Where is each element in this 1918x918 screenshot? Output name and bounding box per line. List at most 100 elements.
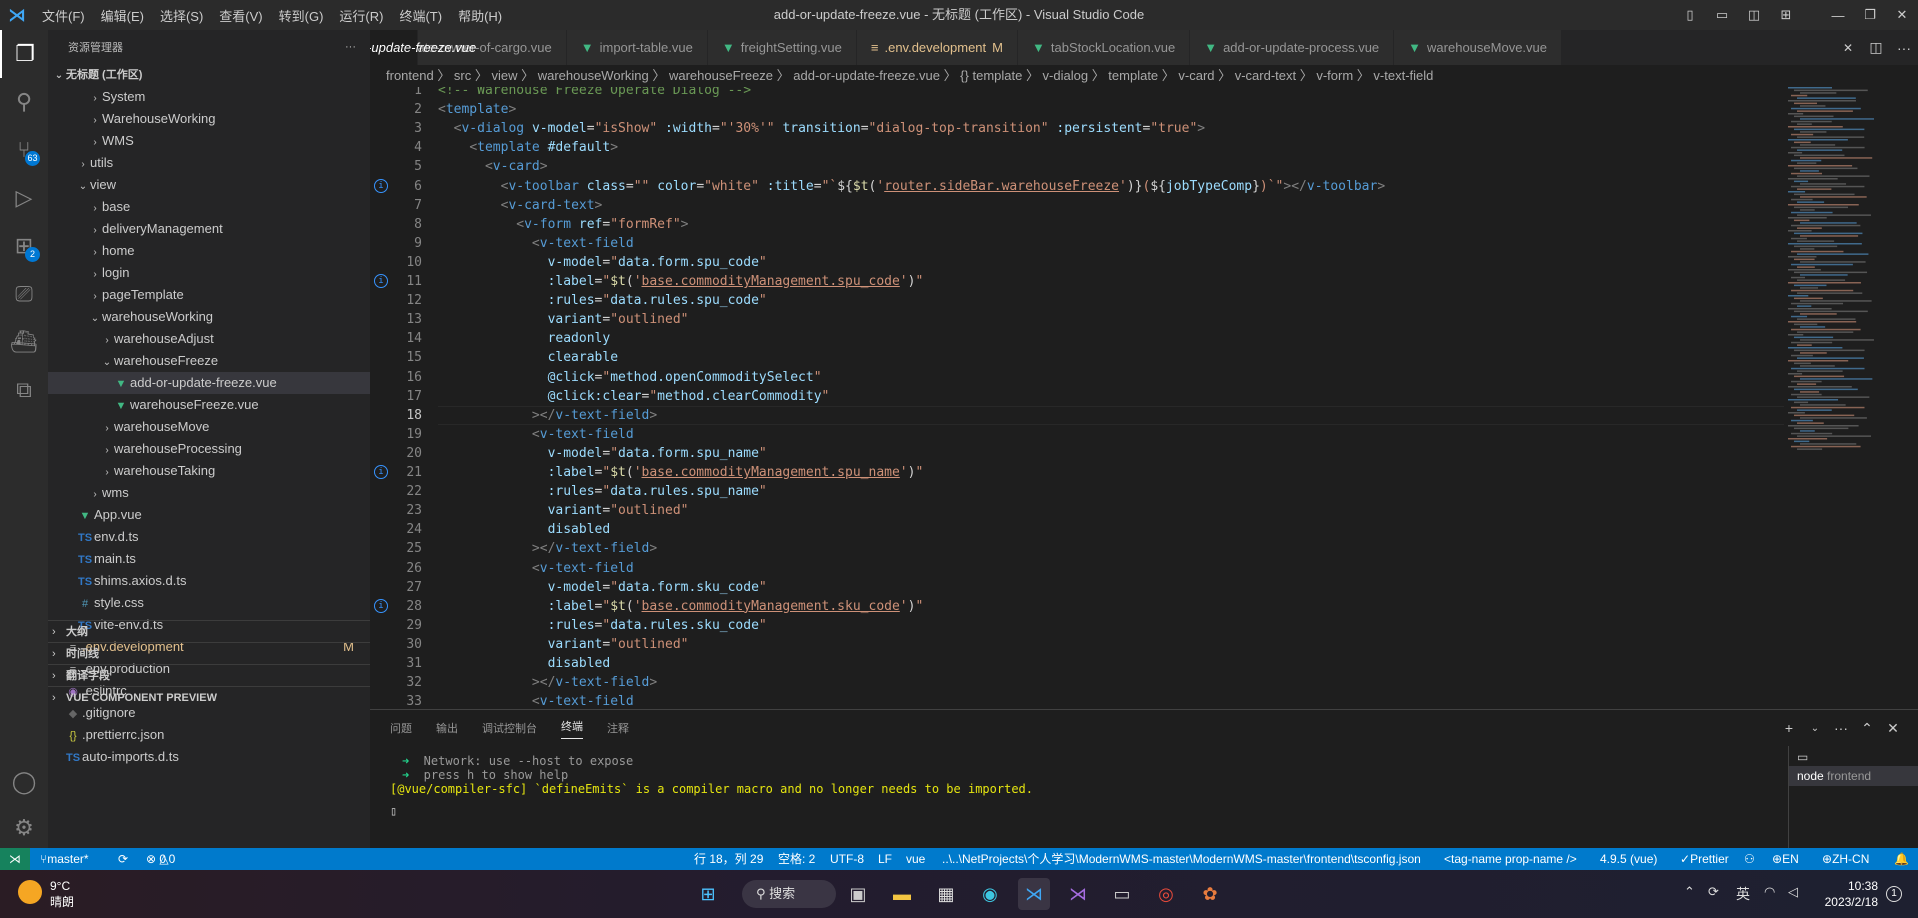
sidebar-section[interactable]: › 大纲 bbox=[48, 620, 370, 642]
info-hint-icon[interactable]: i bbox=[374, 274, 388, 288]
prettier-status[interactable]: ✓ Prettier bbox=[1680, 848, 1729, 870]
tree-item[interactable]: › base bbox=[48, 196, 370, 218]
menu-item[interactable]: 编辑(E) bbox=[93, 6, 152, 25]
settings-gear-icon[interactable]: ⚙ bbox=[0, 804, 48, 852]
tree-item[interactable]: › WarehouseWorking bbox=[48, 108, 370, 130]
panel-tab[interactable]: 终端 bbox=[561, 718, 583, 739]
layout-panel-icon[interactable]: ▭ bbox=[1706, 0, 1738, 30]
menu-item[interactable]: 终端(T) bbox=[391, 6, 450, 25]
menu-item[interactable]: 选择(S) bbox=[152, 6, 211, 25]
split-editor-icon[interactable]: ◫ bbox=[1862, 39, 1890, 56]
tree-item[interactable]: › WMS bbox=[48, 130, 370, 152]
menu-item[interactable]: 文件(F) bbox=[34, 6, 93, 25]
close-panel-icon[interactable]: ✕ bbox=[1880, 720, 1906, 737]
tree-item[interactable]: TS auto-imports.d.ts bbox=[48, 746, 370, 768]
store-icon[interactable]: ▦ bbox=[930, 878, 962, 910]
minimap[interactable] bbox=[1784, 87, 1918, 709]
docker-icon[interactable]: ⛴ bbox=[0, 318, 48, 366]
visual-studio-icon[interactable]: ⋊ bbox=[1062, 878, 1094, 910]
sidebar-section[interactable]: › VUE COMPONENT PREVIEW bbox=[48, 686, 370, 708]
menu-item[interactable]: 转到(G) bbox=[271, 6, 332, 25]
extensions-icon[interactable]: ⊞ 2 bbox=[0, 222, 48, 270]
eol[interactable]: LF bbox=[878, 848, 892, 870]
encoding[interactable]: UTF-8 bbox=[830, 848, 864, 870]
editor-tab[interactable]: ▼ import-table.vue bbox=[566, 30, 708, 65]
remote-explorer-icon[interactable]: ⎚ bbox=[0, 270, 48, 318]
tag-format[interactable]: <tag-name prop-name /> bbox=[1444, 848, 1577, 870]
layout-secondary-icon[interactable]: ◫ bbox=[1738, 0, 1770, 30]
tree-item[interactable]: TS main.ts bbox=[48, 548, 370, 570]
ime-indicator[interactable]: 英 bbox=[1736, 884, 1750, 904]
edge-icon[interactable]: ◉ bbox=[974, 878, 1006, 910]
indent-setting[interactable]: 空格: 2 bbox=[778, 848, 815, 870]
tree-item[interactable]: ⌄ view bbox=[48, 174, 370, 196]
language-mode[interactable]: vue bbox=[906, 848, 925, 870]
taskbar-search[interactable]: ⚲ 搜索 bbox=[742, 880, 836, 908]
feedback-icon[interactable]: ⚇ bbox=[1744, 848, 1755, 870]
tray-chevron-icon[interactable]: ⌃ bbox=[1684, 884, 1695, 900]
menu-item[interactable]: 查看(V) bbox=[211, 6, 270, 25]
run-debug-icon[interactable]: ▷ bbox=[0, 174, 48, 222]
tsconfig-path[interactable]: ..\..\NetProjects\个人学习\ModernWMS-master\… bbox=[942, 848, 1421, 870]
restore-button[interactable]: ❐ bbox=[1854, 0, 1886, 30]
notification-count[interactable]: 1 bbox=[1886, 886, 1902, 902]
notifications-icon[interactable]: 🔔 bbox=[1894, 848, 1909, 870]
tree-item[interactable]: › login bbox=[48, 262, 370, 284]
tree-item[interactable]: › deliveryManagement bbox=[48, 218, 370, 240]
panel-tab[interactable]: 问题 bbox=[390, 720, 412, 736]
workspace-root[interactable]: ⌄ 无标题 (工作区) bbox=[48, 64, 370, 86]
tray-app-icon[interactable]: ⟳ bbox=[1708, 884, 1719, 900]
tree-item[interactable]: ▼ warehouseFreeze.vue bbox=[48, 394, 370, 416]
weather-widget[interactable]: 9°C 晴朗 bbox=[50, 878, 74, 910]
tree-item[interactable]: ▼ App.vue bbox=[48, 504, 370, 526]
editor-tab[interactable]: ▼ freightSetting.vue bbox=[707, 30, 857, 65]
panel-more-icon[interactable]: ··· bbox=[1828, 720, 1854, 736]
sync-icon[interactable]: ⟳ bbox=[118, 848, 128, 870]
terminal-dropdown-icon[interactable]: ⌄ bbox=[1802, 723, 1828, 734]
ts-version[interactable]: 4.9.5 (vue) bbox=[1600, 848, 1657, 870]
menu-item[interactable]: 运行(R) bbox=[331, 6, 391, 25]
tree-item[interactable]: › warehouseProcessing bbox=[48, 438, 370, 460]
maximize-panel-icon[interactable]: ⌃ bbox=[1854, 720, 1880, 737]
editor-tab[interactable]: ▼ warehouseMove.vue bbox=[1394, 30, 1562, 65]
tree-item[interactable]: › wms bbox=[48, 482, 370, 504]
panel-tab[interactable]: 输出 bbox=[436, 720, 458, 736]
tree-item[interactable]: TS shims.axios.d.ts bbox=[48, 570, 370, 592]
tree-item[interactable]: {} .prettierrc.json bbox=[48, 724, 370, 746]
cursor-position[interactable]: 行 18，列 29 bbox=[694, 848, 763, 870]
git-branch[interactable]: ⑂ master* bbox=[40, 848, 89, 870]
file-explorer-icon[interactable]: ▬ bbox=[886, 878, 918, 910]
tree-item[interactable]: # style.css bbox=[48, 592, 370, 614]
close-tab-icon[interactable]: ✕ bbox=[1834, 41, 1862, 55]
editor-tab[interactable]: ▼ tabStockLocation.vue bbox=[1018, 30, 1191, 65]
tree-item[interactable]: ⌄ warehouseFreeze bbox=[48, 350, 370, 372]
terminal-taskbar-icon[interactable]: ▭ bbox=[1106, 878, 1138, 910]
tree-item[interactable]: › System bbox=[48, 86, 370, 108]
info-hint-icon[interactable]: i bbox=[374, 178, 388, 193]
customize-layout-icon[interactable]: ⊞ bbox=[1770, 0, 1802, 30]
start-icon[interactable]: ⊞ bbox=[692, 878, 724, 910]
search-icon[interactable]: ⚲ bbox=[0, 78, 48, 126]
menu-item[interactable]: 帮助(H) bbox=[450, 6, 510, 25]
editor-tab[interactable]: ≡ .env.development M bbox=[856, 30, 1018, 65]
sidebar-section[interactable]: › 翻译字段 bbox=[48, 664, 370, 686]
account-icon[interactable]: ◯ bbox=[0, 758, 48, 806]
terminal-instance[interactable]: node frontend bbox=[1789, 766, 1918, 786]
app-icon[interactable]: ✿ bbox=[1194, 878, 1226, 910]
editor-tab[interactable]: ▼ add-or-update-process.vue bbox=[1190, 30, 1395, 65]
panel-tab[interactable]: 调试控制台 bbox=[482, 720, 537, 736]
remote-icon[interactable]: ⋊ bbox=[0, 848, 30, 870]
layout-sidebar-icon[interactable]: ▯ bbox=[1674, 0, 1706, 30]
minimize-button[interactable]: — bbox=[1822, 0, 1854, 30]
close-window-button[interactable]: ✕ bbox=[1886, 0, 1918, 30]
tree-item[interactable]: › pageTemplate bbox=[48, 284, 370, 306]
lang-en[interactable]: ⊕ EN bbox=[1772, 848, 1799, 870]
wifi-icon[interactable]: ◠ bbox=[1764, 884, 1775, 900]
source-control-icon[interactable]: ⑂ 63 bbox=[0, 126, 48, 174]
tree-item[interactable]: ⌄ warehouseWorking bbox=[48, 306, 370, 328]
vscode-taskbar-icon[interactable]: ⋊ bbox=[1018, 878, 1050, 910]
bookmarks-icon[interactable]: ⧉ bbox=[0, 366, 48, 414]
tree-item[interactable]: › warehouseAdjust bbox=[48, 328, 370, 350]
tree-item[interactable]: ▼ add-or-update-freeze.vue bbox=[48, 372, 370, 394]
problems-status[interactable]: ⊗ 0 △ 0 bbox=[146, 848, 175, 870]
